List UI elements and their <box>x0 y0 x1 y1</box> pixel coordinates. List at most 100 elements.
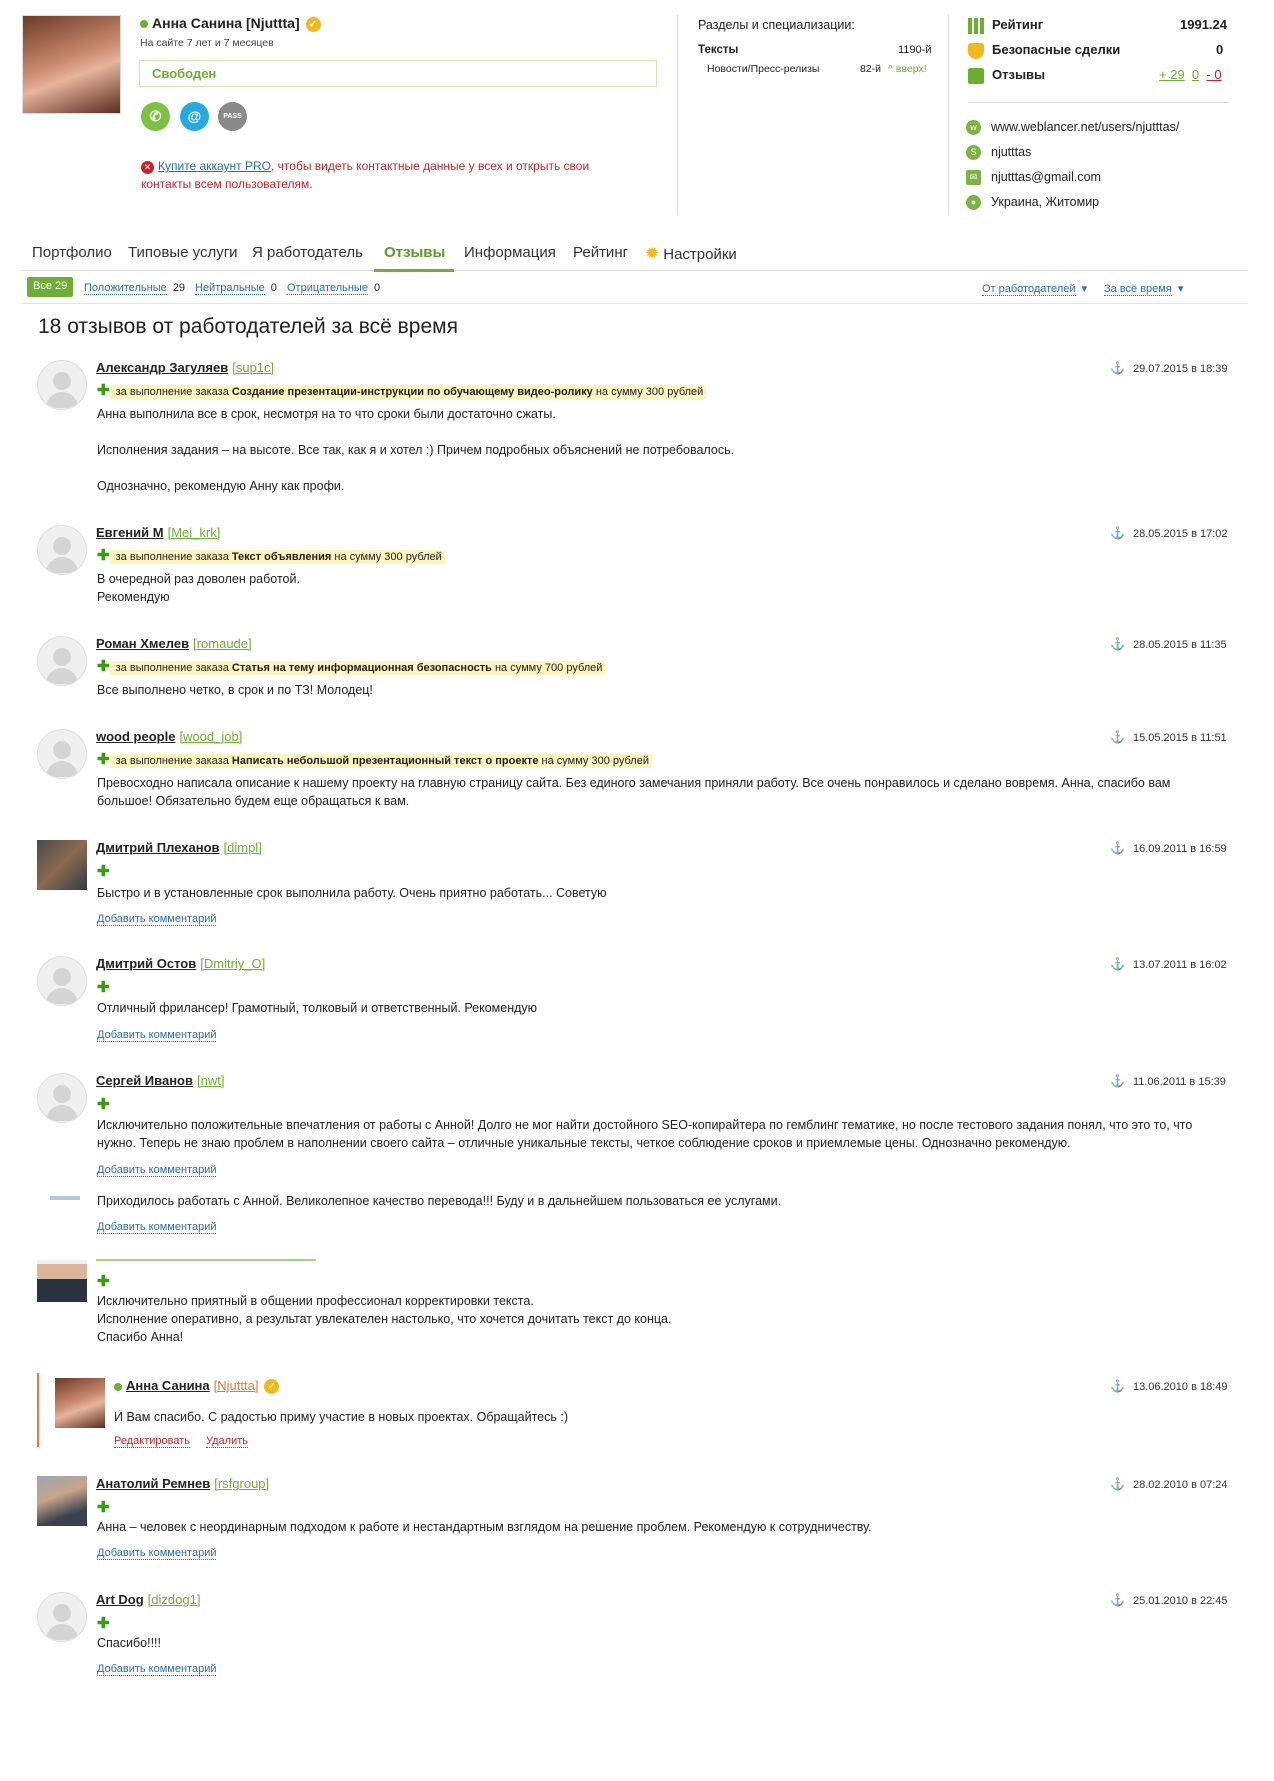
anchor-icon[interactable]: ⚓ <box>1110 1593 1125 1607</box>
add-comment-link[interactable]: Добавить комментарий <box>97 1545 217 1560</box>
reviewer-login[interactable]: [Dmitriy_O] <box>200 956 265 971</box>
reviewer-name[interactable]: wood people <box>96 729 175 744</box>
pass-icon[interactable]: PASS <box>218 102 247 131</box>
avatar[interactable] <box>37 956 87 1006</box>
avatar <box>50 1196 80 1200</box>
gear-icon: ✹ <box>645 244 660 263</box>
avatar[interactable] <box>37 360 87 410</box>
email-icon[interactable]: @ <box>180 102 209 131</box>
profile-avatar <box>22 15 121 114</box>
avatar[interactable] <box>37 1073 87 1123</box>
reviewer-login[interactable]: [dizdog1] <box>148 1592 201 1607</box>
review-order: ✚ за выполнение заказа Создание презента… <box>97 382 707 399</box>
filters-divider <box>22 303 1248 304</box>
plus-icon: ✚ <box>97 1499 110 1516</box>
anchor-icon[interactable]: ⚓ <box>1110 957 1125 971</box>
avatar[interactable] <box>37 636 87 686</box>
review-text: В очередной раз доволен работой. Рекоменд… <box>97 572 300 604</box>
anchor-icon[interactable]: ⚓ <box>1110 637 1125 651</box>
filter-positive[interactable]: Положительные 29 <box>84 282 185 295</box>
avatar[interactable] <box>37 729 87 779</box>
avatar[interactable] <box>37 840 87 890</box>
edit-link[interactable]: Редактировать <box>114 1435 190 1448</box>
negative-count-link[interactable]: - 0 <box>1206 67 1221 82</box>
review-text: Приходилось работать с Анной. Великолепн… <box>97 1194 782 1208</box>
review-header: Дмитрий Плеханов [dimpl] <box>96 840 262 855</box>
anchor-icon[interactable]: ⚓ <box>1110 730 1125 744</box>
reviewer-login[interactable]: [dimpl] <box>224 840 262 855</box>
contact-website[interactable]: w www.weblancer.net/users/njutttas/ <box>966 120 1179 136</box>
anchor-icon[interactable]: ⚓ <box>1110 1379 1125 1393</box>
reviews-row: Отзывы <box>968 67 1045 84</box>
filter-all-button[interactable]: Все 29 <box>27 277 74 297</box>
reviewer-name[interactable]: Дмитрий Остов <box>96 956 196 971</box>
review-text: Спасибо!!!! <box>97 1636 161 1650</box>
tab-rating[interactable]: Рейтинг <box>573 244 628 261</box>
reviewer-name[interactable]: Сергей Иванов <box>96 1073 193 1088</box>
avatar[interactable] <box>37 1476 87 1526</box>
reviewer-login[interactable]: [sup1c] <box>232 360 274 375</box>
plus-icon: ✚ <box>97 658 110 675</box>
reviewer-login[interactable]: [Njuttta] <box>214 1378 259 1393</box>
reviewer-name[interactable]: Анатолий Ремнев <box>96 1476 210 1491</box>
tab-reviews[interactable]: Отзывы <box>384 244 445 261</box>
neutral-count-link[interactable]: 0 <box>1192 67 1199 82</box>
tab-portfolio[interactable]: Портфолио <box>32 244 112 261</box>
tab-employer[interactable]: Я работодатель <box>252 244 363 261</box>
filter-from-dropdown[interactable]: От работодателей ▾ <box>982 282 1087 296</box>
phone-icon[interactable]: ✆ <box>141 102 170 131</box>
filter-negative[interactable]: Отрицательные 0 <box>287 282 380 295</box>
plus-icon: ✚ <box>97 382 110 399</box>
add-comment-link[interactable]: Добавить комментарий <box>97 1027 217 1042</box>
review-header: Евгений М [Mei_krk] <box>96 525 220 540</box>
reviewer-login[interactable]: [wood_job] <box>179 729 242 744</box>
add-comment-link[interactable]: Добавить комментарий <box>97 911 217 926</box>
buy-pro-link[interactable]: Купите аккаунт PRO <box>158 159 271 173</box>
tab-services[interactable]: Типовые услуги <box>128 244 238 261</box>
avatar[interactable] <box>37 1592 87 1642</box>
contact-email[interactable]: ✉ njutttas@gmail.com <box>966 170 1101 186</box>
add-comment-link[interactable]: Добавить комментарий <box>97 1661 217 1676</box>
reviewer-login[interactable]: [romaude] <box>193 636 252 651</box>
filter-neutral[interactable]: Нейтральные 0 <box>195 282 277 295</box>
reviews-counts: + 29 0 - 0 <box>1159 67 1222 82</box>
tab-settings[interactable]: ✹ Настройки <box>645 244 737 264</box>
delete-link[interactable]: Удалить <box>206 1435 248 1448</box>
avatar[interactable] <box>55 1378 105 1428</box>
reviewer-login[interactable]: [nwt] <box>197 1073 224 1088</box>
review-header: Александр Загуляев [sup1c] <box>96 360 274 375</box>
reviewer-login[interactable]: [rsfgroup] <box>214 1476 269 1491</box>
tabs-divider <box>22 270 1248 271</box>
reviewer-name[interactable]: Александр Загуляев <box>96 360 228 375</box>
reply-actions: Редактировать Удалить <box>114 1435 248 1448</box>
anchor-icon[interactable]: ⚓ <box>1110 1477 1125 1491</box>
anchor-icon[interactable]: ⚓ <box>1110 526 1125 540</box>
review-header <box>96 1255 316 1261</box>
review-text: Превосходно написала описание к нашему п… <box>97 776 1171 808</box>
reviewer-name[interactable]: Роман Хмелев <box>96 636 189 651</box>
reviewer-name[interactable]: Art Dog <box>96 1592 144 1607</box>
rating-row: Рейтинг <box>968 17 1043 34</box>
anchor-icon[interactable]: ⚓ <box>1110 361 1125 375</box>
avatar[interactable] <box>37 525 87 575</box>
reviewer-name[interactable]: Анна Санина <box>126 1378 210 1393</box>
anchor-icon[interactable]: ⚓ <box>1110 841 1125 855</box>
avatar[interactable] <box>37 1260 87 1302</box>
plus-icon: ✚ <box>97 1096 110 1113</box>
positive-count-link[interactable]: + 29 <box>1159 67 1185 82</box>
review-order: ✚ за выполнение заказа Текст объявления … <box>97 548 445 564</box>
anchor-icon[interactable]: ⚓ <box>1110 1074 1125 1088</box>
add-comment-link[interactable]: Добавить комментарий <box>97 1219 217 1234</box>
filter-period-dropdown[interactable]: За всё время ▾ <box>1104 282 1183 296</box>
page-title: 18 отзывов от работодателей за всё время <box>38 315 458 338</box>
skype-icon: S <box>966 145 981 161</box>
reviewer-name[interactable]: Дмитрий Плеханов <box>96 840 220 855</box>
reviewer-login[interactable]: [Mei_krk] <box>168 525 221 540</box>
review-date: ⚓ 28.05.2015 в 11:35 <box>1110 637 1227 651</box>
review-date: ⚓ 29.07.2015 в 18:39 <box>1110 361 1228 375</box>
contact-skype[interactable]: Snjutttas <box>966 145 1031 161</box>
reviewer-name[interactable]: Евгений М <box>96 525 164 540</box>
section-main-rank: 1190-й <box>898 44 932 56</box>
tab-info[interactable]: Информация <box>464 244 556 261</box>
add-comment-link[interactable]: Добавить комментарий <box>97 1162 217 1177</box>
